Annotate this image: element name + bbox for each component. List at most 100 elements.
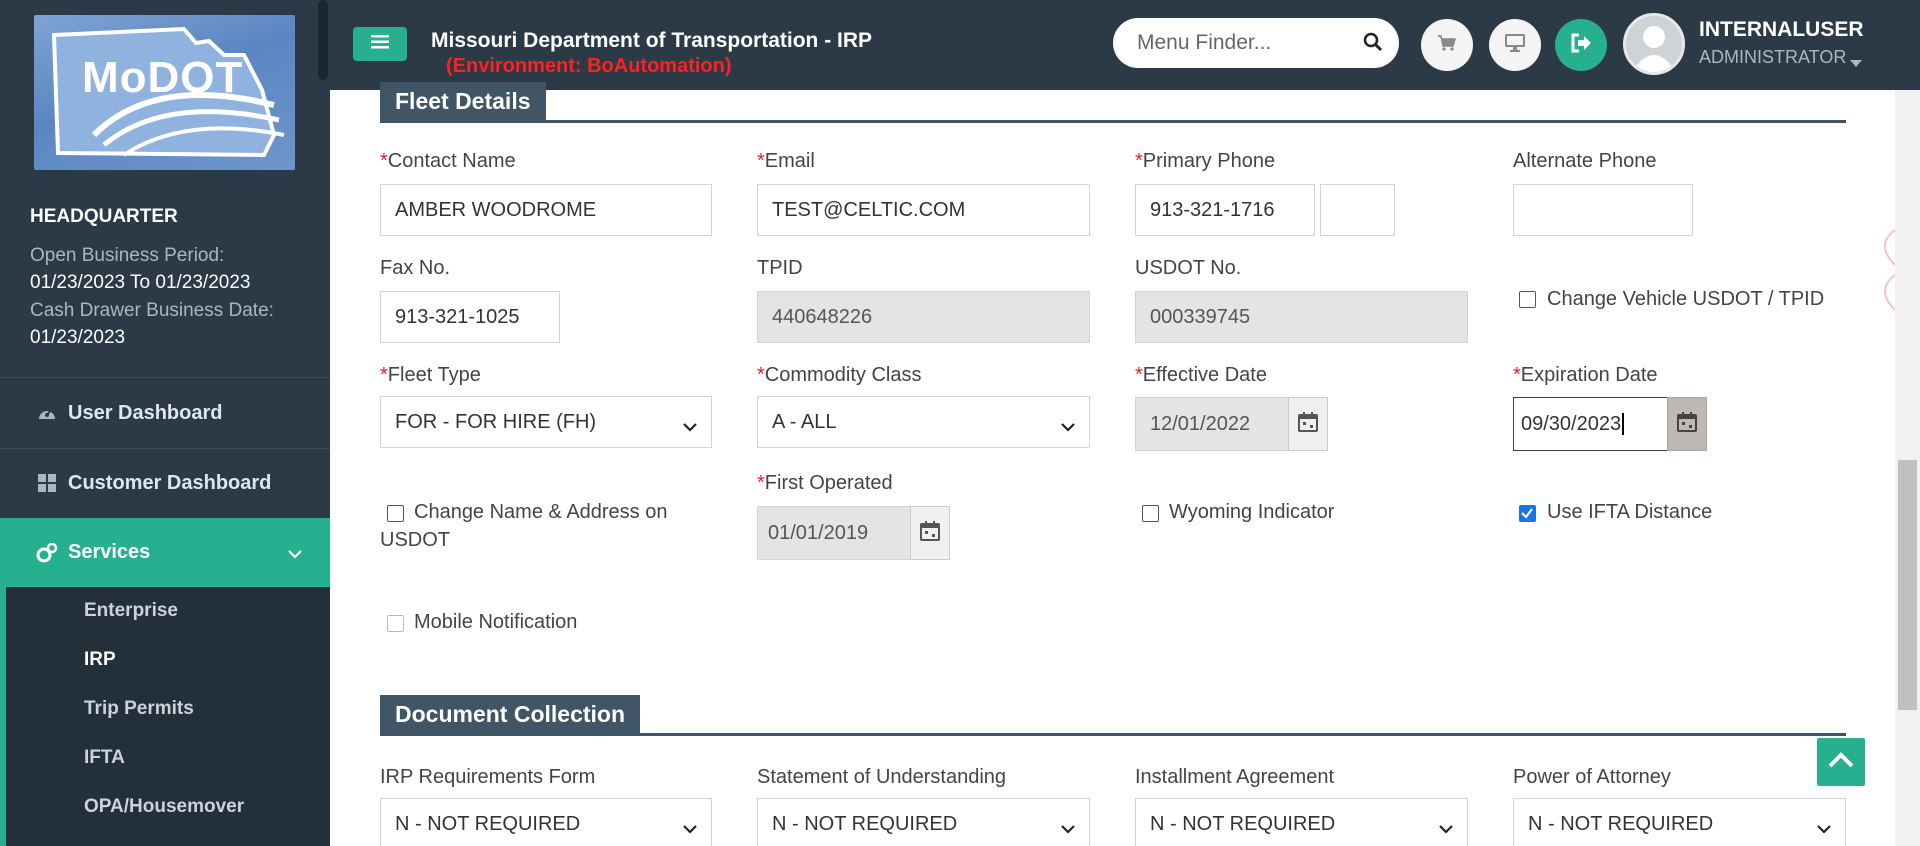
wyoming-indicator-label: Wyoming Indicator <box>1169 501 1335 523</box>
page-scrollbar-thumb[interactable] <box>1898 460 1917 710</box>
first-operated-calendar-button[interactable] <box>910 506 950 560</box>
usdot-field: 000339745 <box>1135 291 1468 343</box>
sidebar-scrollbar[interactable] <box>318 0 328 80</box>
fleet-type-value: FOR - FOR HIRE (FH) <box>395 410 597 433</box>
dashboard-icon <box>36 402 58 424</box>
nav-label: Services <box>68 541 151 563</box>
tpid-label: TPID <box>757 257 803 279</box>
app-title: Missouri Department of Transportation - … <box>431 29 873 52</box>
nav-label: User Dashboard <box>68 401 223 424</box>
mobile-notification-label: Mobile Notification <box>414 611 578 633</box>
divider <box>0 377 330 378</box>
nav-services[interactable]: Services <box>0 518 330 587</box>
modot-logo: MoDOT <box>34 15 295 170</box>
expiration-date-value: 09/30/2023 <box>1521 412 1622 435</box>
environment-label: (Environment: BoAutomation) <box>446 55 732 77</box>
open-period-label: Open Business Period: <box>30 245 225 266</box>
fleet-type-select[interactable]: FOR - FOR HIRE (FH) <box>380 396 712 448</box>
grid-icon <box>36 472 58 494</box>
sidebar: MoDOT HEADQUARTER Open Business Period: … <box>0 0 330 846</box>
usdot-label: USDOT No. <box>1135 257 1242 279</box>
subnav-enterprise[interactable]: Enterprise <box>84 600 178 622</box>
primary-phone-ext-field[interactable] <box>1320 184 1395 236</box>
wyoming-indicator-checkbox[interactable] <box>1142 505 1159 522</box>
fleet-type-label: *Fleet Type <box>380 364 481 386</box>
tpid-field: 440648226 <box>757 291 1090 343</box>
subnav-opa-housemover[interactable]: OPA/Housemover <box>84 796 244 818</box>
change-usdot-label: Change Vehicle USDOT / TPID <box>1547 288 1825 310</box>
statement-understanding-label: Statement of Understanding <box>757 766 1007 788</box>
cash-drawer-value: 01/23/2023 <box>30 327 126 348</box>
logout-button[interactable] <box>1555 19 1607 71</box>
calendar-icon <box>1677 411 1697 437</box>
contact-name-field[interactable]: AMBER WOODROME <box>380 184 712 236</box>
menu-finder <box>1113 18 1399 68</box>
text-cursor <box>1622 413 1624 435</box>
first-operated-field: 01/01/2019 <box>757 506 911 560</box>
commodity-class-value: A - ALL <box>772 410 837 433</box>
effective-date-calendar-button[interactable] <box>1288 397 1328 451</box>
nav-customer-dashboard[interactable]: Customer Dashboard <box>0 449 330 517</box>
caret-down-icon[interactable] <box>1850 55 1862 73</box>
expiration-date-label: *Expiration Date <box>1513 364 1658 386</box>
nav-label: Customer Dashboard <box>68 471 272 494</box>
effective-date-label: *Effective Date <box>1135 364 1267 386</box>
chevron-down-icon <box>1061 817 1075 840</box>
cash-drawer-label: Cash Drawer Business Date: <box>30 300 274 321</box>
cart-icon <box>1437 34 1457 57</box>
email-label: *Email <box>757 150 815 172</box>
change-name-address-checkbox[interactable] <box>387 505 404 522</box>
first-operated-label: *First Operated <box>757 472 893 494</box>
gears-icon <box>36 542 58 564</box>
power-of-attorney-value: N - NOT REQUIRED <box>1528 812 1714 835</box>
statement-understanding-value: N - NOT REQUIRED <box>772 812 958 835</box>
irp-requirements-value: N - NOT REQUIRED <box>395 812 581 835</box>
mobile-notification-checkbox[interactable] <box>387 615 404 632</box>
use-ifta-distance-checkbox[interactable] <box>1519 505 1536 522</box>
use-ifta-distance-label: Use IFTA Distance <box>1547 501 1713 523</box>
statement-understanding-select[interactable]: N - NOT REQUIRED <box>757 798 1090 846</box>
alternate-phone-field[interactable] <box>1513 184 1693 236</box>
section-heading-fleet-details: Fleet Details <box>380 82 546 120</box>
monitor-icon <box>1504 33 1526 58</box>
nav-user-dashboard[interactable]: User Dashboard <box>0 379 330 447</box>
menu-finder-input[interactable] <box>1137 28 1357 58</box>
installment-agreement-value: N - NOT REQUIRED <box>1150 812 1336 835</box>
power-of-attorney-select[interactable]: N - NOT REQUIRED <box>1513 798 1846 846</box>
chevron-down-icon <box>1817 817 1831 840</box>
user-name[interactable]: INTERNALUSER <box>1699 18 1864 42</box>
expiration-date-calendar-button[interactable] <box>1667 397 1707 451</box>
hamburger-icon <box>371 34 389 54</box>
irp-requirements-select[interactable]: N - NOT REQUIRED <box>380 798 712 846</box>
subnav-trip-permits[interactable]: Trip Permits <box>84 698 194 720</box>
fax-label: Fax No. <box>380 257 451 279</box>
change-usdot-checkbox[interactable] <box>1519 291 1536 308</box>
commodity-class-select[interactable]: A - ALL <box>757 396 1090 448</box>
section-divider <box>380 120 1846 123</box>
desktop-button[interactable] <box>1489 19 1541 71</box>
chevron-down-icon <box>683 415 697 438</box>
installment-agreement-select[interactable]: N - NOT REQUIRED <box>1135 798 1468 846</box>
section-heading-document-collection: Document Collection <box>380 695 641 733</box>
chevron-down-icon <box>288 542 302 565</box>
change-name-address-label-line2: USDOT <box>380 529 450 551</box>
open-period-value: 01/23/2023 To 01/23/2023 <box>30 272 251 293</box>
avatar[interactable] <box>1623 13 1685 75</box>
subnav-irp[interactable]: IRP <box>84 649 116 671</box>
calendar-icon <box>1298 411 1318 437</box>
expiration-date-field[interactable]: 09/30/2023 <box>1513 397 1668 451</box>
cart-button[interactable] <box>1421 19 1473 71</box>
calendar-icon <box>920 520 940 546</box>
chevron-down-icon <box>1439 817 1453 840</box>
scroll-to-top-button[interactable] <box>1817 738 1865 786</box>
primary-phone-field[interactable]: 913-321-1716 <box>1135 184 1315 236</box>
submenu-accent <box>0 587 6 846</box>
subnav-ifta[interactable]: IFTA <box>84 747 125 769</box>
fax-field[interactable]: 913-321-1025 <box>380 291 560 343</box>
search-icon[interactable] <box>1363 32 1383 57</box>
email-field[interactable]: TEST@CELTIC.COM <box>757 184 1090 236</box>
menu-toggle-button[interactable] <box>353 27 407 61</box>
installment-agreement-label: Installment Agreement <box>1135 766 1334 788</box>
chevron-down-icon <box>1061 415 1075 438</box>
user-role[interactable]: ADMINISTRATOR <box>1699 47 1846 68</box>
